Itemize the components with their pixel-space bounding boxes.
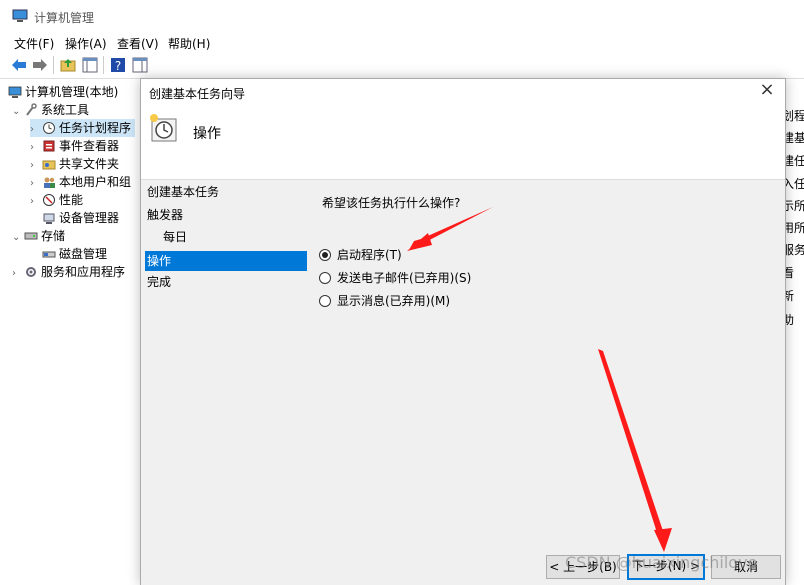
- watermark: CSDN @huaixingchilove: [565, 553, 758, 572]
- red-arrow-to-next-head: [654, 528, 672, 552]
- red-arrow-to-option-head: [407, 233, 432, 251]
- red-arrow-to-next: [598, 349, 666, 542]
- annotation-arrows: [407, 207, 672, 552]
